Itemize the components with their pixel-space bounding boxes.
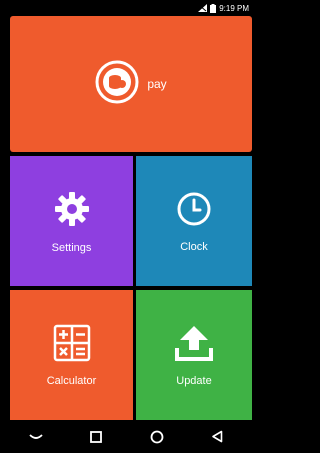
settings-tile[interactable]: Settings [10, 156, 133, 286]
calculator-tile[interactable]: Calculator [10, 290, 133, 420]
pay-tile[interactable]: pay [10, 16, 252, 152]
home-icon[interactable] [142, 425, 172, 449]
collapse-icon[interactable] [21, 425, 51, 449]
gear-icon [52, 189, 92, 234]
navigation-bar [0, 420, 253, 453]
update-tile[interactable]: Update [136, 290, 252, 420]
recent-apps-icon[interactable] [81, 425, 111, 449]
clock-tile[interactable]: Clock [136, 156, 252, 286]
status-bar: 9:19 PM [0, 0, 253, 16]
clock-icon [175, 190, 213, 233]
no-sim-icon [198, 4, 208, 12]
upload-icon [174, 324, 214, 367]
pay-logo-icon [95, 60, 139, 109]
pay-label: pay [147, 77, 167, 91]
calculator-icon [53, 324, 91, 367]
back-icon[interactable] [202, 425, 232, 449]
calculator-label: Calculator [46, 374, 97, 387]
clock-label: Clock [180, 240, 208, 253]
update-label: Update [176, 374, 212, 387]
battery-icon [210, 3, 217, 13]
settings-label: Settings [51, 241, 92, 254]
status-time: 9:19 PM [219, 3, 249, 13]
